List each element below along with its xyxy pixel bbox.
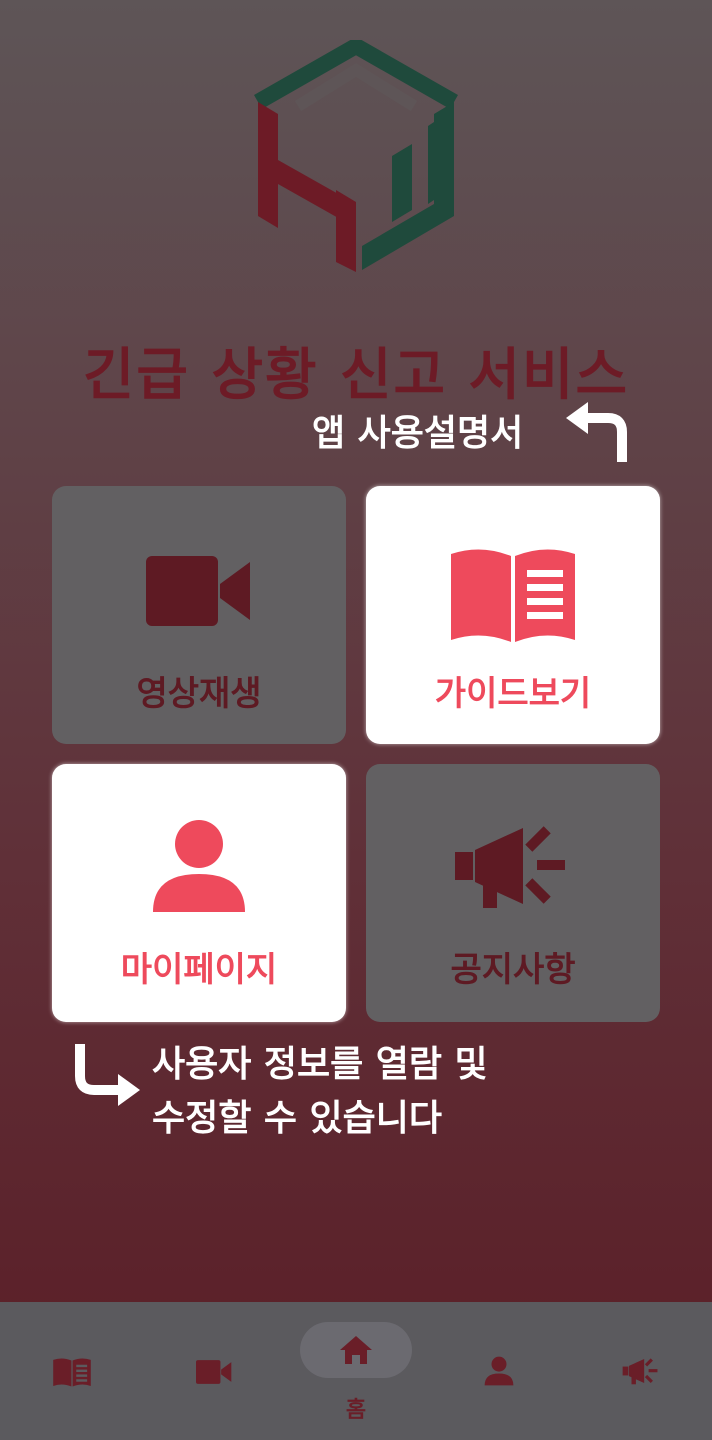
user-icon (153, 820, 245, 912)
nav-home-label[interactable]: 홈 (300, 1392, 412, 1424)
book-icon (451, 549, 575, 642)
tile-label-mypage: 마이페이지 (120, 950, 278, 990)
bottom-nav: 홈 (0, 1302, 712, 1440)
app-logo (254, 40, 458, 272)
tile-guide[interactable]: 가이드보기 (366, 486, 660, 744)
tile-video-playback[interactable]: 영상재생 (52, 486, 346, 744)
help-hint-text: 앱 사용설명서 (312, 413, 524, 454)
tile-mypage[interactable]: 마이페이지 (52, 764, 346, 1022)
nav-megaphone-icon[interactable] (622, 1356, 660, 1386)
nav-video-camera-icon[interactable] (196, 1360, 232, 1384)
mypage-hint-text: 사용자 정보를 열람 및 수정할 수 있습니다 (152, 1038, 488, 1146)
curved-arrow-icon (75, 1044, 140, 1106)
curved-arrow-icon (566, 402, 627, 462)
tile-notice[interactable]: 공지사항 (366, 764, 660, 1022)
video-camera-icon (146, 556, 250, 626)
tile-label-guide: 가이드보기 (434, 674, 592, 714)
nav-user-icon[interactable] (484, 1356, 514, 1386)
tile-label-notice: 공지사항 (450, 950, 576, 990)
nav-book-icon[interactable] (52, 1356, 92, 1388)
mypage-hint-line2: 수정할 수 있습니다 (152, 1098, 443, 1139)
mypage-hint-line1: 사용자 정보를 열람 및 (152, 1044, 488, 1085)
megaphone-icon (455, 826, 565, 908)
tile-label-video: 영상재생 (136, 674, 262, 714)
nav-home-icon[interactable] (338, 1334, 374, 1366)
